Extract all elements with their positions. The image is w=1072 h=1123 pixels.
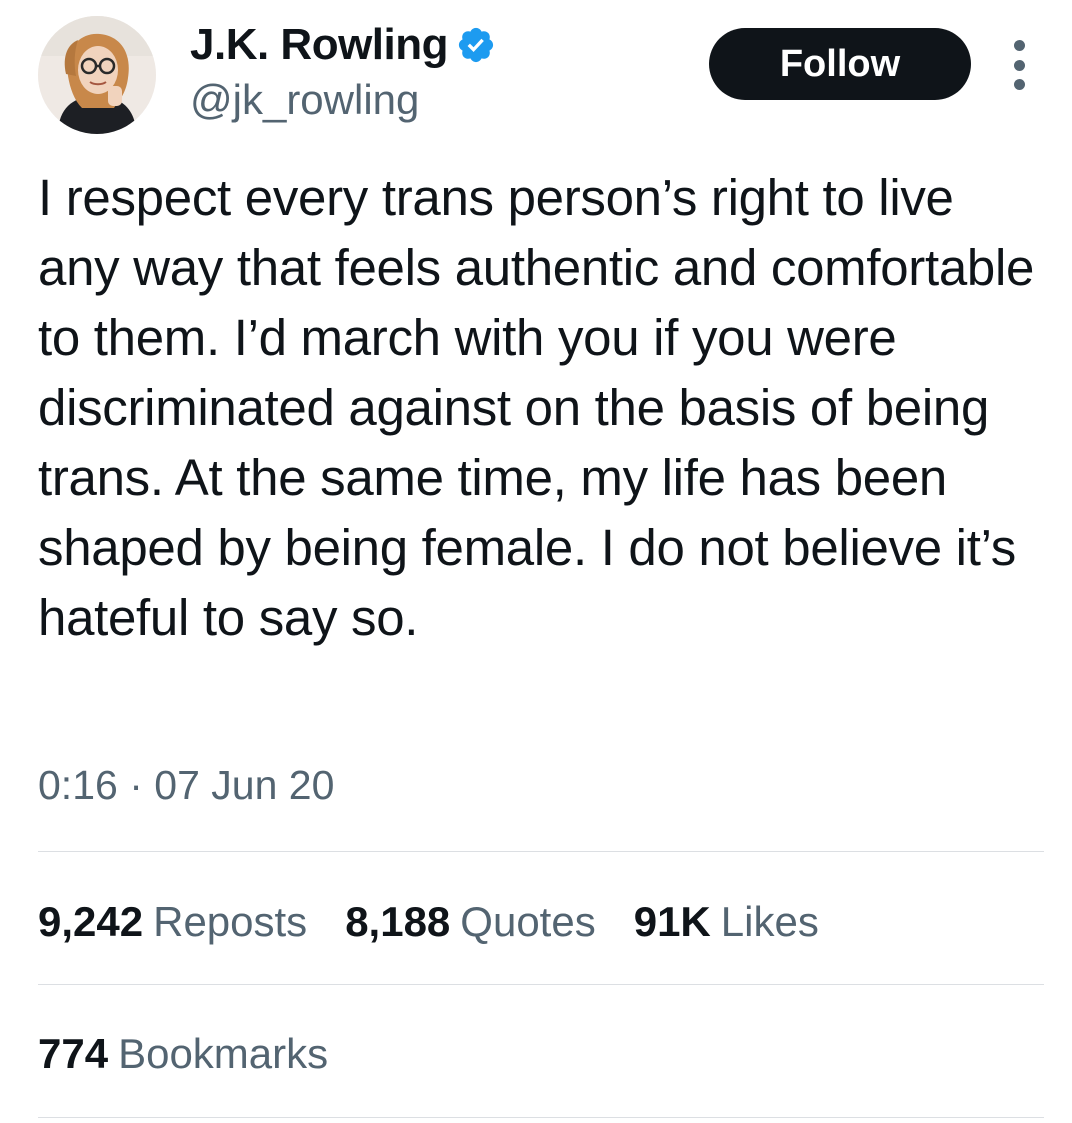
tweet-timestamp[interactable]: 0:16 · 07 Jun 20 xyxy=(38,762,334,809)
more-dot xyxy=(1013,40,1025,51)
engagement-stats: 9,242 Reposts 8,188 Quotes 91K Likes xyxy=(38,890,857,954)
author-display-name[interactable]: J.K. Rowling xyxy=(190,20,449,70)
tweet-date: 07 Jun 20 xyxy=(154,762,335,808)
divider xyxy=(38,1117,1044,1118)
reposts-count: 9,242 xyxy=(38,898,144,945)
avatar[interactable] xyxy=(38,16,156,134)
reposts-stat[interactable]: 9,242 Reposts xyxy=(38,898,307,946)
more-dot xyxy=(1013,59,1025,71)
meta-separator: · xyxy=(129,762,143,808)
quotes-label: Quotes xyxy=(460,898,596,945)
more-options-icon[interactable] xyxy=(1002,40,1036,90)
quotes-count: 8,188 xyxy=(345,898,451,945)
divider xyxy=(38,984,1044,985)
author-handle[interactable]: @jk_rowling xyxy=(190,76,419,124)
reposts-label: Reposts xyxy=(153,898,308,945)
avatar-photo xyxy=(38,16,156,134)
bookmarks-stat-row: 774 Bookmarks xyxy=(38,1022,366,1086)
likes-count: 91K xyxy=(633,898,711,945)
verified-badge-icon xyxy=(456,25,496,65)
author-name-row: J.K. Rowling xyxy=(190,20,496,70)
more-dot xyxy=(1013,79,1025,90)
follow-button[interactable]: Follow xyxy=(709,28,971,100)
divider xyxy=(38,851,1044,852)
bookmarks-count: 774 xyxy=(38,1030,109,1077)
tweet-card: J.K. Rowling @jk_rowling Follow I respec… xyxy=(0,0,1072,1123)
quotes-stat[interactable]: 8,188 Quotes xyxy=(345,898,596,946)
bookmarks-label: Bookmarks xyxy=(118,1030,329,1077)
tweet-time: 0:16 xyxy=(38,762,118,808)
likes-label: Likes xyxy=(720,898,819,945)
likes-stat[interactable]: 91K Likes xyxy=(634,898,819,946)
tweet-text: I respect every trans person’s right to … xyxy=(38,169,1035,646)
bookmarks-stat[interactable]: 774 Bookmarks xyxy=(38,1030,328,1078)
